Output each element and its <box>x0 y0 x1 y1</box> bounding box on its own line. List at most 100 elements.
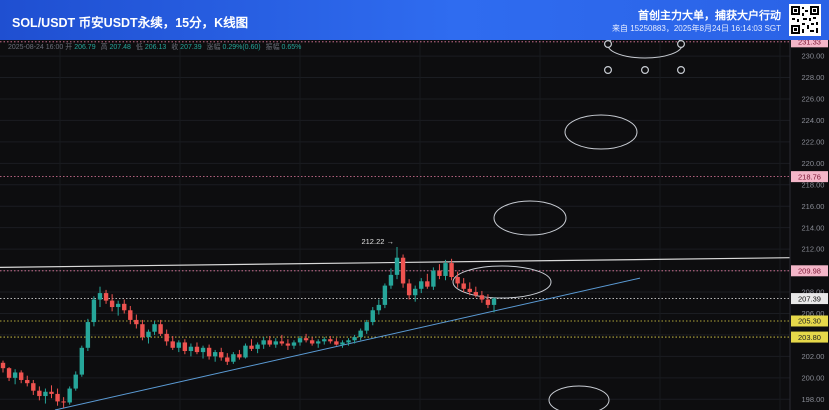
candle-up <box>255 344 260 349</box>
candle-up <box>394 257 400 275</box>
candle-down <box>267 340 272 345</box>
candle-down <box>328 339 333 342</box>
candle-up <box>316 341 321 344</box>
chart-title: SOL/USDT 币安USDT永续，15分，K线图 <box>12 16 249 30</box>
candle-up <box>85 322 91 348</box>
y-tick-label: 226.00 <box>802 95 825 104</box>
price-tag-label: 205.30 <box>798 317 821 326</box>
price-tag-label: 218.76 <box>798 172 821 181</box>
candle-up <box>388 274 394 286</box>
high-label: 高 <box>100 44 108 51</box>
qr-code-icon <box>789 4 821 36</box>
low-label: 低 <box>135 44 143 51</box>
y-tick-label: 202.00 <box>802 352 825 361</box>
open-label: 开 <box>65 44 73 51</box>
high-annotation: 212.22 → <box>361 237 394 246</box>
candle-up <box>364 322 369 331</box>
ohlc-readout: 2025-08-24 16:00 开 206.79 高 207.48 低 206… <box>8 42 304 52</box>
candlestick-chart[interactable]: 198.00200.00202.00204.00206.00208.00210.… <box>0 40 829 410</box>
y-tick-label: 222.00 <box>802 137 825 146</box>
open-value: 206.79 <box>74 44 96 51</box>
price-tag-label: 203.80 <box>798 333 821 342</box>
candle-up <box>43 391 48 397</box>
price-tag-label: 207.39 <box>798 294 821 303</box>
candle-down <box>158 324 163 334</box>
price-tag-label: 209.98 <box>798 266 821 275</box>
candle-up <box>79 347 85 375</box>
candle-down <box>194 346 200 353</box>
y-tick-label: 200.00 <box>802 373 825 382</box>
high-value: 207.48 <box>109 44 131 51</box>
candle-down <box>61 401 66 403</box>
candle-up <box>419 281 424 289</box>
ohlc-datetime: 2025-08-24 16:00 <box>8 44 64 51</box>
amplitude-value: 0.65% <box>281 44 302 51</box>
candle-down <box>334 341 339 345</box>
candle-down <box>206 347 212 357</box>
candle-down <box>164 333 169 342</box>
candle-up <box>200 347 206 353</box>
candle-down <box>467 288 472 293</box>
high-price-annotation: 212.22 → <box>361 237 394 246</box>
source-timestamp: 来自 15250883，2025年8月24日 16:14:03 SGT <box>612 24 781 33</box>
candle-up <box>340 342 345 345</box>
candle-down <box>49 391 54 394</box>
candle-down <box>285 343 291 346</box>
low-value: 206.13 <box>144 44 167 51</box>
candle-down <box>455 277 460 284</box>
candle-down <box>309 340 315 344</box>
y-tick-label: 214.00 <box>802 223 825 232</box>
candle-up <box>491 298 497 305</box>
drawing-handle <box>604 40 612 48</box>
candle-down <box>479 295 485 300</box>
candle-down <box>400 257 406 284</box>
y-tick-label: 212.00 <box>802 245 825 254</box>
chart-background <box>0 40 829 410</box>
y-tick-label: 224.00 <box>802 116 825 125</box>
candle-down <box>55 393 60 402</box>
candle-down <box>103 293 109 301</box>
candle-up <box>97 293 103 300</box>
drawing-handle <box>677 40 685 48</box>
candle-up <box>370 310 375 323</box>
candle-up <box>352 337 357 341</box>
candle-down <box>437 270 442 276</box>
candle-down <box>0 362 6 369</box>
candle-up <box>273 341 278 345</box>
candle-up <box>261 340 266 345</box>
candle-down <box>461 283 466 289</box>
candle-down <box>279 341 285 344</box>
candle-up <box>412 288 418 296</box>
candle-down <box>449 263 454 278</box>
drawing-handle <box>676 65 685 74</box>
drawing-handle <box>603 65 612 74</box>
candle-down <box>18 372 24 380</box>
candle-up <box>346 340 351 343</box>
candle-up <box>115 303 121 308</box>
candle-up <box>176 342 181 348</box>
candle-up <box>243 345 248 358</box>
amplitude-label: 振幅 <box>265 44 280 51</box>
candle-down <box>406 283 412 296</box>
candle-up <box>376 304 382 311</box>
y-tick-label: 216.00 <box>802 202 825 211</box>
candle-down <box>37 390 42 397</box>
candle-down <box>237 354 242 358</box>
candle-up <box>231 354 236 362</box>
candle-down <box>122 303 127 311</box>
candle-down <box>128 310 133 320</box>
candle-down <box>182 342 188 352</box>
candle-down <box>485 299 491 305</box>
grid-lines <box>0 40 829 410</box>
y-tick-label: 220.00 <box>802 159 825 168</box>
candle-up <box>12 372 18 378</box>
candle-up <box>146 331 151 338</box>
candle-up <box>297 338 303 343</box>
chart-header: SOL/USDT 币安USDT永续，15分，K线图 首创主力大单，捕获大户行动 … <box>0 0 829 40</box>
candle-down <box>249 345 254 349</box>
change-value: 0.29%(0.60) <box>222 44 261 51</box>
candle-up <box>382 285 388 305</box>
y-tick-label: 198.00 <box>802 395 825 404</box>
candle-up <box>67 388 72 403</box>
candle-up <box>431 270 436 287</box>
